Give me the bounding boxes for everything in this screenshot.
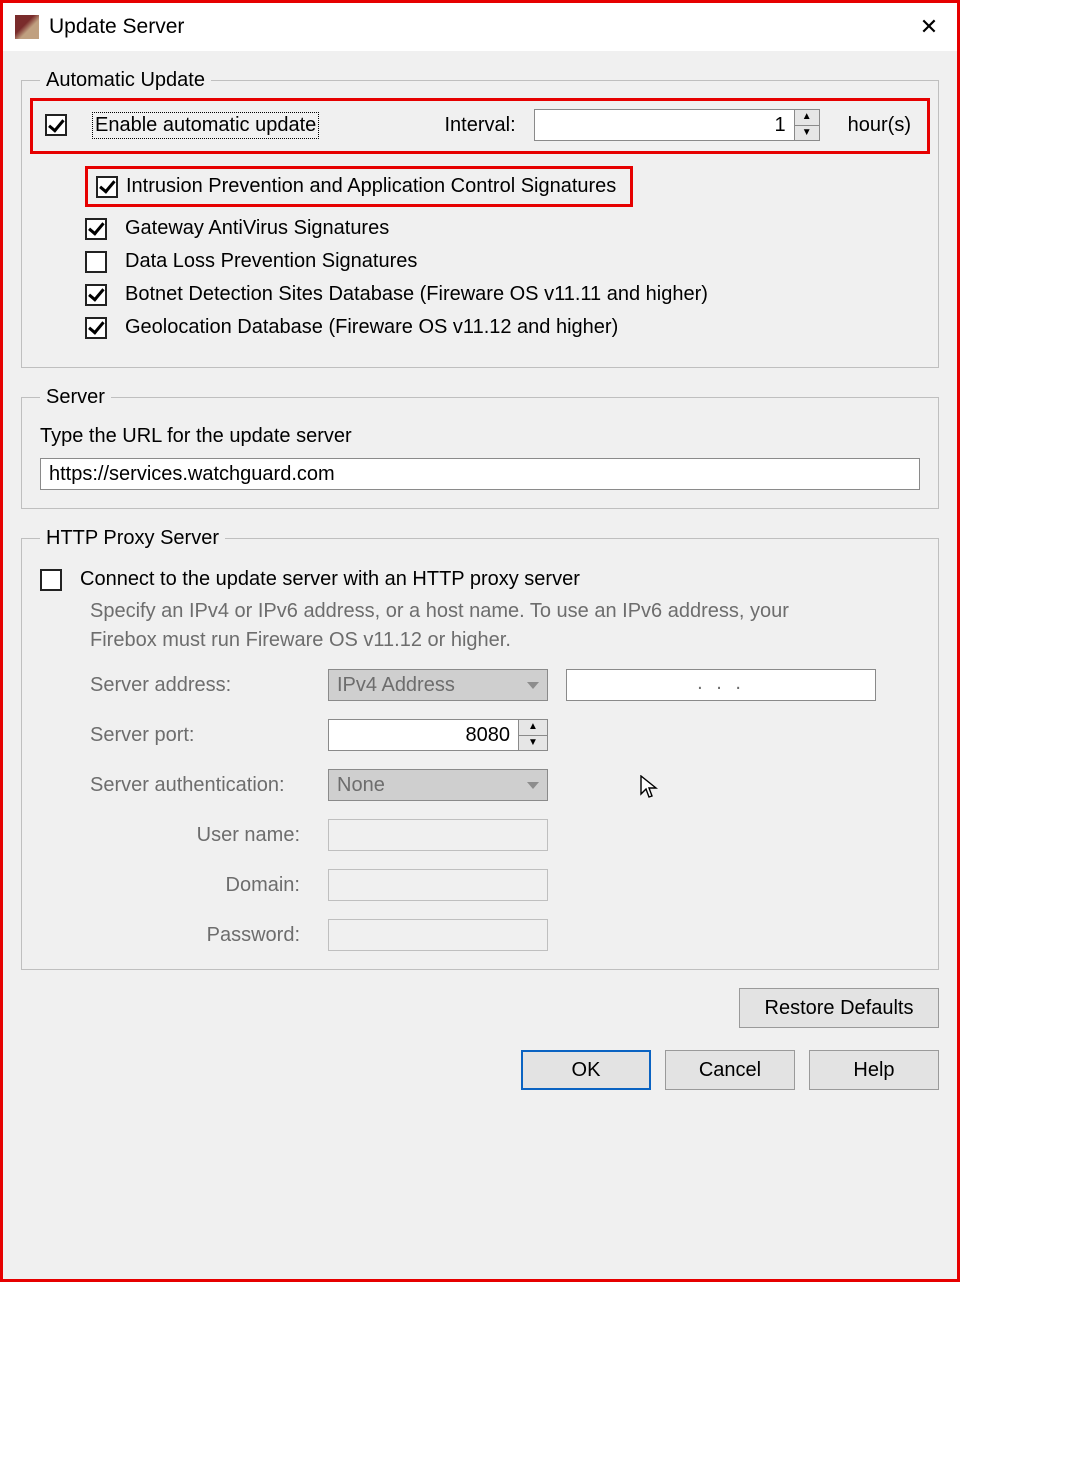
interval-label: Interval: xyxy=(444,114,515,137)
highlight-enable-row: Enable automatic update Interval: ▲ ▼ ho… xyxy=(30,98,930,154)
server-auth-select[interactable]: None xyxy=(328,769,548,801)
proxy-fields: Server address: IPv4 Address . . . Serve… xyxy=(90,669,920,951)
domain-input[interactable] xyxy=(328,869,548,901)
dlp-label: Data Loss Prevention Signatures xyxy=(125,250,417,273)
interval-stepper[interactable]: ▲ ▼ xyxy=(534,109,820,141)
proxy-enable-label: Connect to the update server with an HTT… xyxy=(80,568,580,591)
server-auth-value: None xyxy=(337,774,385,797)
domain-label: Domain: xyxy=(90,874,310,897)
chevron-down-icon xyxy=(527,682,539,689)
server-address-type-value: IPv4 Address xyxy=(337,674,455,697)
user-name-label: User name: xyxy=(90,824,310,847)
server-address-input[interactable]: . . . xyxy=(566,669,876,701)
interval-unit: hour(s) xyxy=(848,114,911,137)
interval-down-icon[interactable]: ▼ xyxy=(795,126,819,141)
close-icon[interactable]: ✕ xyxy=(913,14,945,40)
chevron-down-icon xyxy=(527,782,539,789)
server-port-input[interactable] xyxy=(328,719,518,751)
interval-spinner[interactable]: ▲ ▼ xyxy=(794,109,820,141)
proxy-group: HTTP Proxy Server Connect to the update … xyxy=(21,527,939,970)
password-input[interactable] xyxy=(328,919,548,951)
window-title: Update Server xyxy=(49,15,184,39)
signature-list: Gateway AntiVirus Signatures Data Loss P… xyxy=(85,217,920,339)
server-desc: Type the URL for the update server xyxy=(40,425,920,448)
proxy-help-text: Specify an IPv4 or IPv6 address, or a ho… xyxy=(90,597,850,655)
restore-defaults-button[interactable]: Restore Defaults xyxy=(739,988,939,1028)
server-group: Server Type the URL for the update serve… xyxy=(21,386,939,509)
password-label: Password: xyxy=(90,924,310,947)
botnet-label: Botnet Detection Sites Database (Firewar… xyxy=(125,283,708,306)
port-down-icon[interactable]: ▼ xyxy=(519,736,547,751)
app-icon xyxy=(15,15,39,39)
ips-label: Intrusion Prevention and Application Con… xyxy=(126,175,616,198)
title-bar: Update Server ✕ xyxy=(3,3,957,51)
highlight-ips-row: Intrusion Prevention and Application Con… xyxy=(85,166,633,207)
proxy-enable-checkbox[interactable] xyxy=(40,569,62,591)
geo-label: Geolocation Database (Fireware OS v11.12… xyxy=(125,316,618,339)
ok-button[interactable]: OK xyxy=(521,1050,651,1090)
server-port-stepper[interactable]: ▲ ▼ xyxy=(328,719,548,751)
interval-input[interactable] xyxy=(534,109,794,141)
server-port-spinner[interactable]: ▲ ▼ xyxy=(518,719,548,751)
automatic-update-group: Automatic Update Enable automatic update… xyxy=(21,69,939,368)
geo-checkbox[interactable] xyxy=(85,317,107,339)
proxy-legend: HTTP Proxy Server xyxy=(40,527,225,550)
client-area: Automatic Update Enable automatic update… xyxy=(3,51,957,1279)
port-up-icon[interactable]: ▲ xyxy=(519,720,547,736)
gav-label: Gateway AntiVirus Signatures xyxy=(125,217,389,240)
interval-up-icon[interactable]: ▲ xyxy=(795,110,819,126)
user-name-input[interactable] xyxy=(328,819,548,851)
server-auth-label: Server authentication: xyxy=(90,774,310,797)
dialog-button-bar: OK Cancel Help xyxy=(21,1050,939,1090)
cancel-button[interactable]: Cancel xyxy=(665,1050,795,1090)
server-url-input[interactable] xyxy=(40,458,920,490)
server-address-type-select[interactable]: IPv4 Address xyxy=(328,669,548,701)
automatic-update-legend: Automatic Update xyxy=(40,69,211,92)
signature-ips-wrap: Intrusion Prevention and Application Con… xyxy=(85,166,920,207)
server-legend: Server xyxy=(40,386,111,409)
dlp-checkbox[interactable] xyxy=(85,251,107,273)
dialog-window: Update Server ✕ Automatic Update Enable … xyxy=(0,0,960,1282)
botnet-checkbox[interactable] xyxy=(85,284,107,306)
help-button[interactable]: Help xyxy=(809,1050,939,1090)
server-address-label: Server address: xyxy=(90,674,310,697)
gav-checkbox[interactable] xyxy=(85,218,107,240)
server-port-label: Server port: xyxy=(90,724,310,747)
enable-auto-update-label: Enable automatic update xyxy=(93,113,318,138)
ips-checkbox[interactable] xyxy=(96,176,118,198)
enable-auto-update-checkbox[interactable] xyxy=(45,114,67,136)
